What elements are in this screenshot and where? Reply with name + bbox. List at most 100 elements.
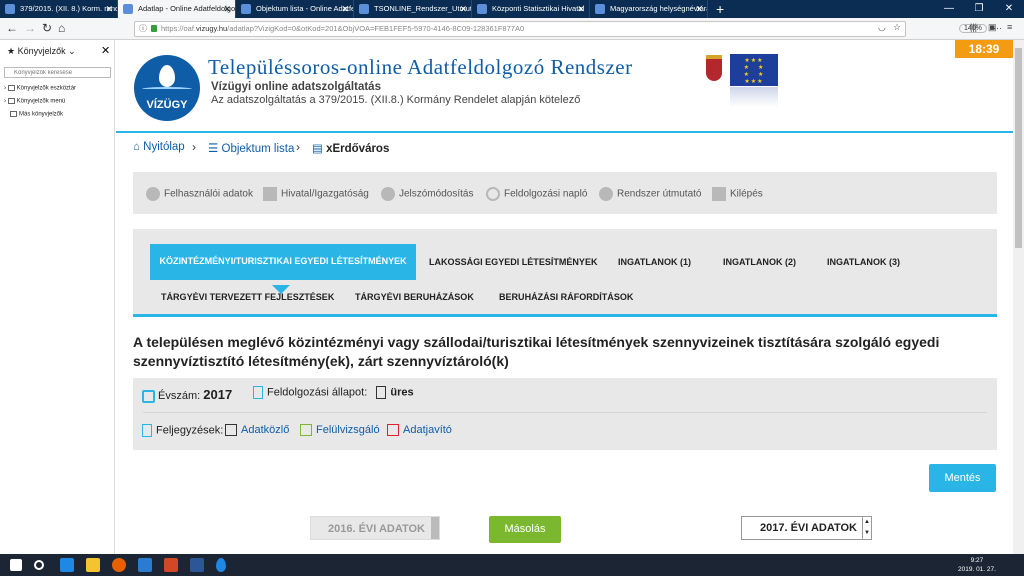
search-icon[interactable]: [34, 560, 44, 570]
tab-investments[interactable]: TÁRGYÉVI BERUHÁZÁSOK: [355, 292, 474, 303]
firefox-icon[interactable]: [112, 558, 126, 572]
page-content: VÍZÜGY Településsoros-online Adatfeldolg…: [116, 40, 1013, 554]
tab-label: Magyarország helységnévtára: [610, 4, 708, 13]
bookmark-star-icon[interactable]: ☆: [893, 22, 901, 33]
home-icon[interactable]: ⌂: [58, 21, 65, 35]
menu-icon[interactable]: ≡: [1007, 22, 1012, 32]
sidebar-item-other[interactable]: Más könyvjelzők: [10, 111, 63, 118]
browser-tab[interactable]: Központi Statisztikai Hivatal ✕: [472, 0, 590, 18]
page-scrollbar[interactable]: [1013, 40, 1024, 554]
logout-icon: [712, 187, 726, 201]
browser-tab[interactable]: Magyarország helységnévtára ✕: [590, 0, 708, 18]
close-tab-icon[interactable]: ✕: [223, 0, 231, 18]
water-drop-icon[interactable]: [216, 558, 226, 572]
close-window-icon[interactable]: ✕: [994, 0, 1024, 18]
tab-residential-facilities[interactable]: LAKOSSÁGI EGYEDI LÉTESÍTMÉNYEK: [429, 257, 597, 268]
menu-office[interactable]: Hivatal/Igazgatóság: [263, 187, 369, 201]
sidebar-close-icon[interactable]: ✕: [101, 44, 110, 57]
year-label: Évszám:: [158, 390, 201, 402]
document-icon: [376, 386, 387, 399]
notes-icon: [142, 424, 152, 437]
browser-tab[interactable]: Objektum lista - Online Adatfeldolgozó✕: [236, 0, 354, 18]
tab-public-facilities[interactable]: KÖZINTÉZMÉNYI/TURISZTIKAI EGYEDI LÉTESÍT…: [150, 244, 417, 280]
menu-user-data[interactable]: Felhasználói adatok: [146, 187, 253, 201]
current-year-select[interactable]: 2017. ÉVI ADATOK ▲ ▼: [741, 516, 872, 540]
close-tab-icon[interactable]: ✕: [105, 0, 113, 18]
home-icon: ⌂: [133, 141, 140, 153]
sidebar-header[interactable]: ★ Könyvjelzők ⌄: [7, 46, 76, 57]
tab-properties-3[interactable]: INGATLANOK (3): [827, 257, 900, 268]
session-clock: 18:39: [955, 40, 1013, 58]
close-tab-icon[interactable]: ✕: [341, 0, 349, 18]
word-icon[interactable]: [190, 558, 204, 572]
browser-tab[interactable]: TSONLINE_Rendszer_Utmutato_2017✕: [354, 0, 472, 18]
url-text: https://oaf.vizugy.hu/adatlap?VizigKod=0…: [161, 24, 524, 33]
file-explorer-icon[interactable]: [86, 558, 100, 572]
breadcrumb-home[interactable]: ⌂ Nyitólap: [133, 141, 185, 153]
powerpoint-icon[interactable]: [164, 558, 178, 572]
user-icon: [146, 187, 160, 201]
save-button[interactable]: Mentés: [929, 464, 996, 492]
url-prefix: https://oaf.: [161, 24, 197, 33]
building-icon: [263, 187, 277, 201]
list-icon: ☰: [208, 143, 219, 155]
maximize-icon[interactable]: ❐: [964, 0, 994, 18]
tab-planned-developments[interactable]: TÁRGYÉVI TERVEZETT FEJLESZTÉSEK: [161, 292, 334, 303]
menu-label: Kilépés: [730, 188, 763, 200]
minimize-icon[interactable]: —: [934, 0, 964, 18]
note-data-provider-link[interactable]: Adatközlő: [225, 424, 289, 437]
site-legal-note: Az adatszolgáltatás a 379/2015. (XII.8.)…: [211, 94, 581, 106]
close-tab-icon[interactable]: ✕: [695, 0, 703, 18]
browser-tab-active[interactable]: Adatlap - Online Adatfeldolgozó ✕: [118, 0, 236, 18]
sidebar-item-label: Más könyvjelzők: [19, 111, 64, 118]
note-reviewer-link[interactable]: Felülvizsgáló: [300, 424, 380, 437]
forward-icon[interactable]: →: [24, 21, 36, 35]
sidebar-item-toolbar[interactable]: › Könyvjelzők eszköztár: [4, 85, 76, 92]
library-icon[interactable]: |||: [970, 22, 977, 32]
close-tab-icon[interactable]: ✕: [577, 0, 585, 18]
pocket-icon[interactable]: ◡: [878, 22, 886, 33]
menu-logout[interactable]: Kilépés: [712, 187, 763, 201]
menu-password[interactable]: Jelszómódosítás: [381, 187, 473, 201]
tab-investment-costs[interactable]: BERUHÁZÁSI RÁFORDÍTÁSOK: [499, 292, 633, 303]
new-tab-button[interactable]: +: [708, 0, 724, 18]
tab-label: Adatlap - Online Adatfeldolgozó: [138, 4, 236, 13]
tab-properties-2[interactable]: INGATLANOK (2): [723, 257, 796, 268]
copy-button[interactable]: Másolás: [489, 516, 561, 543]
breadcrumb-object-list[interactable]: ☰ Objektum lista: [208, 141, 294, 155]
taskbar-clock[interactable]: 9:27 2019. 01. 27.: [958, 556, 996, 574]
edge-icon[interactable]: [60, 558, 74, 572]
sidebar-toggle-icon[interactable]: ▣: [988, 22, 997, 33]
scrollbar-thumb[interactable]: [1015, 48, 1022, 248]
site-subtitle: Vízügyi online adatszolgáltatás: [211, 81, 381, 93]
tab-favicon-icon: [359, 4, 369, 14]
sidebar-item-menu[interactable]: › Könyvjelzők menü: [4, 98, 65, 105]
breadcrumb-label: Nyitólap: [143, 141, 185, 153]
info-icon[interactable]: ⓘ: [139, 23, 147, 34]
bookmarks-search-input[interactable]: [4, 67, 111, 78]
sidebar-item-label: Könyvjelzők eszköztár: [16, 85, 77, 92]
tab-properties-1[interactable]: INGATLANOK (1): [618, 257, 691, 268]
note-corrector-link[interactable]: Adatjavító: [387, 424, 452, 437]
menu-label: Hivatal/Igazgatóság: [281, 188, 369, 200]
menu-log[interactable]: Feldolgozási napló: [486, 187, 587, 201]
globe-icon[interactable]: [138, 558, 152, 572]
prev-year-select[interactable]: 2016. ÉVI ADATOK: [310, 516, 440, 540]
menu-label: Rendszer útmutató: [617, 188, 702, 200]
status-value: üres: [390, 386, 414, 399]
notes-field: Feljegyzések:: [142, 424, 223, 437]
windows-start-icon[interactable]: [10, 559, 22, 571]
vizugy-logo[interactable]: VÍZÜGY: [134, 55, 200, 121]
key-icon: [381, 187, 395, 201]
url-bar[interactable]: ⓘ https://oaf.vizugy.hu/adatlap?VizigKod…: [134, 21, 1002, 37]
year-value: 2017: [203, 387, 233, 402]
reload-icon[interactable]: ↻: [42, 21, 52, 35]
menu-label: Felhasználói adatok: [164, 188, 253, 200]
close-tab-icon[interactable]: ✕: [459, 0, 467, 18]
browser-tab[interactable]: 379/2015. (XII. 8.) Korm. rendelet✕: [0, 0, 118, 18]
windows-taskbar: 9:27 2019. 01. 27.: [0, 554, 1024, 576]
chevron-right-icon: ›: [296, 140, 300, 154]
back-icon[interactable]: ←: [6, 21, 18, 35]
year-field: Évszám: 2017: [142, 387, 232, 403]
menu-guide[interactable]: Rendszer útmutató: [599, 187, 702, 201]
